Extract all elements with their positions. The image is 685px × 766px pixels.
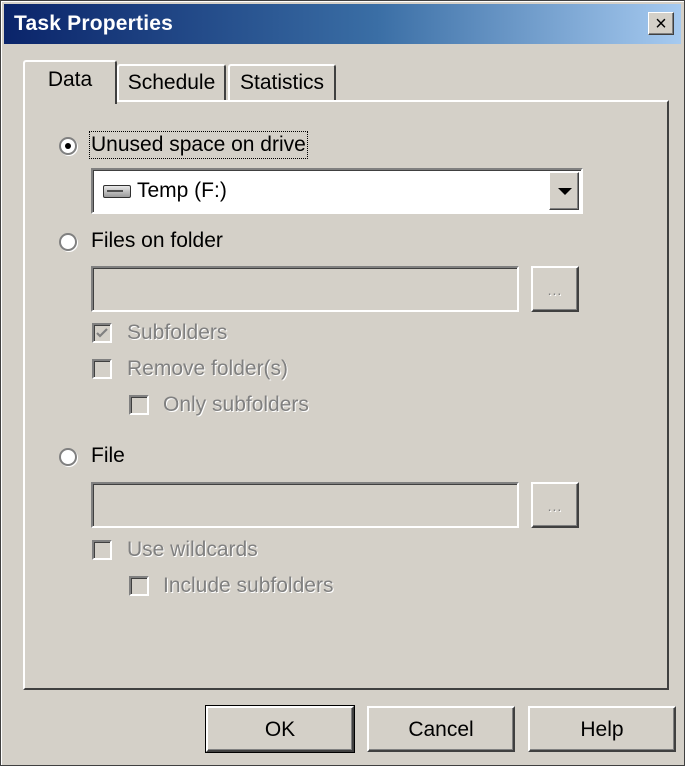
file-label[interactable]: File bbox=[91, 444, 125, 468]
file-radio[interactable] bbox=[59, 448, 77, 466]
drive-select[interactable]: Temp (F:) bbox=[91, 168, 583, 214]
radio-selected-dot bbox=[65, 143, 71, 149]
files-on-folder-label[interactable]: Files on folder bbox=[91, 229, 223, 253]
file-browse-label: ... bbox=[547, 498, 563, 514]
only-subfolders-label[interactable]: Only subfolders bbox=[163, 393, 309, 417]
include-subfolders-label[interactable]: Include subfolders bbox=[163, 574, 333, 598]
remove-folders-label[interactable]: Remove folder(s) bbox=[127, 357, 288, 381]
help-button[interactable]: Help bbox=[528, 706, 676, 752]
ok-button[interactable]: OK bbox=[205, 705, 355, 753]
folder-browse-button[interactable]: ... bbox=[531, 266, 579, 312]
folder-path-input[interactable] bbox=[91, 266, 519, 312]
use-wildcards-label[interactable]: Use wildcards bbox=[127, 538, 258, 562]
check-mark-icon bbox=[96, 328, 108, 338]
include-subfolders-checkbox[interactable] bbox=[129, 576, 149, 596]
drive-select-value: Temp (F:) bbox=[137, 179, 227, 202]
remove-folders-checkbox[interactable] bbox=[92, 359, 112, 379]
file-path-input[interactable] bbox=[91, 482, 519, 528]
only-subfolders-checkbox[interactable] bbox=[129, 395, 149, 415]
subfolders-label[interactable]: Subfolders bbox=[127, 321, 227, 345]
cancel-button[interactable]: Cancel bbox=[367, 706, 515, 752]
chevron-down-icon bbox=[558, 188, 572, 195]
subfolders-checkbox[interactable] bbox=[92, 323, 112, 343]
files-on-folder-radio[interactable] bbox=[59, 233, 77, 251]
use-wildcards-checkbox[interactable] bbox=[92, 540, 112, 560]
drive-icon bbox=[103, 185, 131, 198]
drive-dropdown-button[interactable] bbox=[549, 172, 579, 210]
folder-browse-label: ... bbox=[547, 282, 563, 298]
file-browse-button[interactable]: ... bbox=[531, 482, 579, 528]
unused-space-label[interactable]: Unused space on drive bbox=[89, 131, 308, 159]
task-properties-dialog: Task Properties × Data Schedule Statisti… bbox=[0, 0, 685, 766]
unused-space-radio[interactable] bbox=[59, 137, 77, 155]
